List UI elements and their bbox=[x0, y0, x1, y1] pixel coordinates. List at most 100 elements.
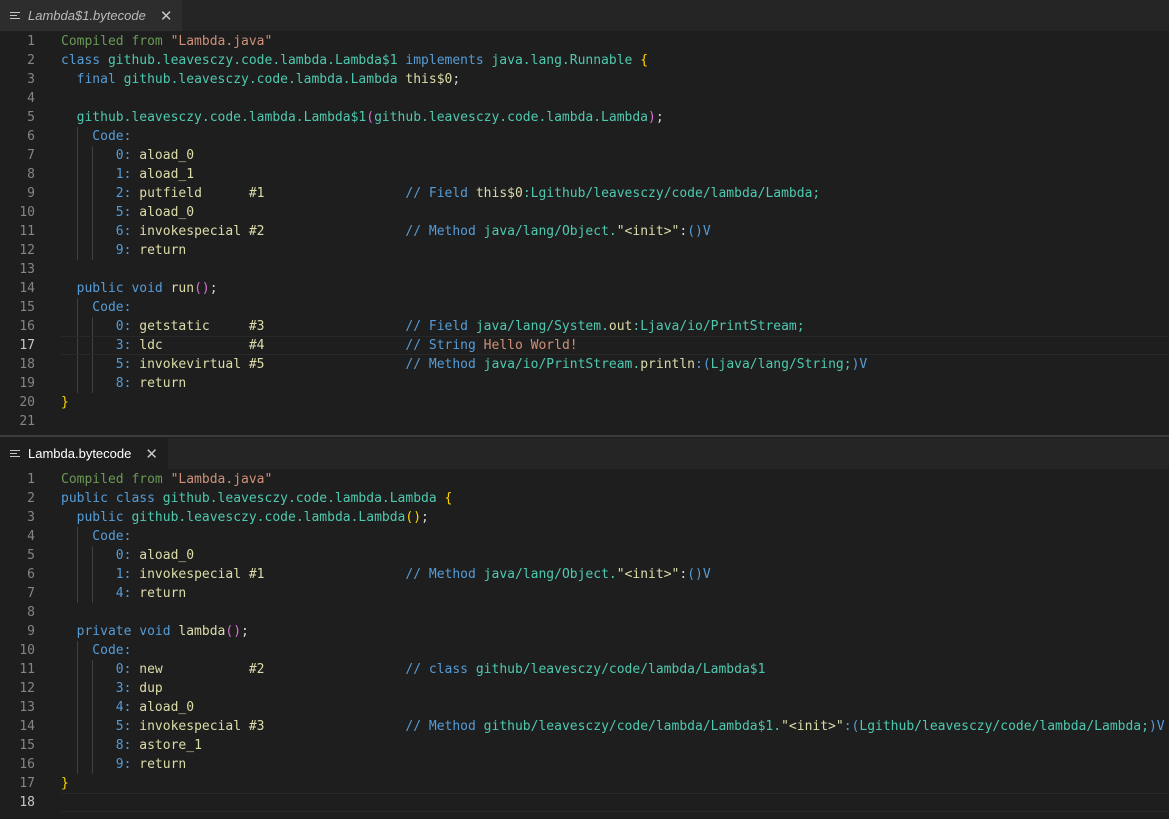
code-token: this$0 bbox=[397, 72, 453, 87]
line-number: 20 bbox=[19, 395, 35, 410]
code-token: github.leavesczy.code.lambda.Lambda bbox=[123, 72, 398, 87]
code-text: 4: return bbox=[61, 584, 186, 603]
code-line[interactable]: 6 1: invokespecial #1 // Method java/lan… bbox=[0, 565, 1169, 584]
code-token: aload_0 bbox=[139, 148, 195, 163]
code-line[interactable]: 20} bbox=[0, 393, 1169, 412]
code-text: Code: bbox=[61, 527, 131, 546]
code-text: 9: return bbox=[61, 755, 186, 774]
code-token: Ljava/lang/String; bbox=[710, 357, 852, 372]
code-token: aload_0 bbox=[139, 700, 195, 715]
code-line[interactable]: 14 5: invokespecial #3 // Method github/… bbox=[0, 717, 1169, 736]
code-line[interactable]: 4 Code: bbox=[0, 527, 1169, 546]
code-token: 4: bbox=[61, 700, 140, 715]
code-line[interactable]: 15 Code: bbox=[0, 298, 1169, 317]
code-token: Code: bbox=[61, 529, 132, 544]
code-token: { bbox=[632, 53, 649, 68]
code-text: } bbox=[61, 393, 69, 412]
code-line[interactable]: 7 4: return bbox=[0, 584, 1169, 603]
tab-lambda-bytecode[interactable]: Lambda.bytecode ✕ bbox=[0, 438, 168, 469]
line-number: 5 bbox=[27, 548, 35, 563]
code-token: // Method bbox=[405, 719, 484, 734]
code-line[interactable]: 10 5: aload_0 bbox=[0, 203, 1169, 222]
code-token: 3: bbox=[61, 681, 140, 696]
code-token: implements bbox=[397, 53, 492, 68]
code-line[interactable]: 17} bbox=[0, 774, 1169, 793]
code-line[interactable]: 9 private void lambda(); bbox=[0, 622, 1169, 641]
code-line[interactable]: 3 final github.leavesczy.code.lambda.Lam… bbox=[0, 70, 1169, 89]
line-number: 10 bbox=[19, 643, 35, 658]
code-text: 5: invokevirtual #5 // Method java/io/Pr… bbox=[61, 355, 867, 374]
line-number: 7 bbox=[27, 586, 35, 601]
code-line[interactable]: 8 1: aload_1 bbox=[0, 165, 1169, 184]
file-lines-icon bbox=[10, 11, 22, 21]
code-token: class bbox=[61, 53, 108, 68]
code-token: public bbox=[61, 510, 132, 525]
code-token: : bbox=[679, 224, 688, 239]
code-token: ; bbox=[421, 510, 429, 525]
code-token: dup bbox=[139, 681, 163, 696]
code-text: Compiled from "Lambda.java" bbox=[61, 470, 272, 489]
code-text: 5: aload_0 bbox=[61, 203, 194, 222]
code-token: ) bbox=[648, 110, 656, 125]
code-token: :( bbox=[843, 719, 860, 734]
code-editor[interactable]: 1 Compiled from "Lambda.java" 2 public clas… bbox=[0, 469, 1169, 812]
code-line[interactable]: 3 public github.leavesczy.code.lambda.La… bbox=[0, 508, 1169, 527]
close-icon[interactable]: ✕ bbox=[160, 7, 173, 25]
code-line[interactable]: 13 bbox=[0, 260, 1169, 279]
code-line[interactable]: 6 Code: bbox=[0, 127, 1169, 146]
code-line[interactable]: 1 Compiled from "Lambda.java" bbox=[0, 32, 1169, 51]
code-line[interactable]: 14 public void run(); bbox=[0, 279, 1169, 298]
code-line[interactable]: 11 0: new #2 // class github/leavesczy/c… bbox=[0, 660, 1169, 679]
editor-group-top: Lambda$1.bytecode ✕ 1 Compiled from "Lamb… bbox=[0, 0, 1169, 436]
code-token: Code: bbox=[61, 300, 132, 315]
code-line[interactable]: 5 github.leavesczy.code.lambda.Lambda$1(… bbox=[0, 108, 1169, 127]
code-line[interactable]: 1 Compiled from "Lambda.java" bbox=[0, 470, 1169, 489]
code-line[interactable]: 7 0: aload_0 bbox=[0, 146, 1169, 165]
line-number: 12 bbox=[19, 681, 35, 696]
code-line[interactable]: 18 bbox=[0, 793, 1169, 812]
line-number: 18 bbox=[19, 357, 35, 372]
code-line[interactable]: 19 8: return bbox=[0, 374, 1169, 393]
code-token: ; bbox=[241, 624, 249, 639]
code-token: github/leavesczy/code/lambda/Lambda$1 bbox=[475, 662, 766, 677]
code-token: ; bbox=[655, 110, 664, 125]
line-number: 18 bbox=[19, 795, 35, 810]
code-line[interactable]: 9 2: putfield #1 // Field this$0:Lgithub… bbox=[0, 184, 1169, 203]
code-line[interactable]: 15 8: astore_1 bbox=[0, 736, 1169, 755]
code-line[interactable]: 2 public class github.leavesczy.code.lamb… bbox=[0, 489, 1169, 508]
code-text: Compiled from "Lambda.java" bbox=[61, 32, 272, 51]
code-line[interactable]: 16 9: return bbox=[0, 755, 1169, 774]
code-text: 2: putfield #1 // Field this$0:Lgithub/l… bbox=[61, 184, 820, 203]
code-token: private void bbox=[61, 624, 179, 639]
code-token: "Lambda.java" bbox=[170, 472, 273, 487]
code-editor[interactable]: 1 Compiled from "Lambda.java" 2 class githu… bbox=[0, 31, 1169, 431]
code-token: Compiled from bbox=[61, 34, 171, 49]
code-line[interactable]: 21 bbox=[0, 412, 1169, 431]
code-token: 5: bbox=[61, 357, 140, 372]
code-text: public void run(); bbox=[61, 279, 218, 298]
code-line[interactable]: 5 0: aload_0 bbox=[0, 546, 1169, 565]
code-token: )V bbox=[851, 357, 868, 372]
line-number: 8 bbox=[27, 605, 35, 620]
code-line[interactable]: 18 5: invokevirtual #5 // Method java/io… bbox=[0, 355, 1169, 374]
code-line[interactable]: 12 3: dup bbox=[0, 679, 1169, 698]
code-line[interactable]: 13 4: aload_0 bbox=[0, 698, 1169, 717]
code-line[interactable]: 17 3: ldc #4 // String Hello World! bbox=[0, 336, 1169, 355]
code-line[interactable]: 12 9: return bbox=[0, 241, 1169, 260]
code-line[interactable]: 10 Code: bbox=[0, 641, 1169, 660]
tab-lambda1-bytecode[interactable]: Lambda$1.bytecode ✕ bbox=[0, 0, 183, 31]
code-line[interactable]: 4 bbox=[0, 89, 1169, 108]
close-icon[interactable]: ✕ bbox=[145, 445, 158, 463]
code-token: public class bbox=[61, 491, 163, 506]
code-token: V bbox=[702, 567, 711, 582]
editor-split-divider[interactable] bbox=[0, 435, 1169, 437]
code-token: } bbox=[61, 395, 69, 410]
code-line[interactable]: 11 6: invokespecial #2 // Method java/la… bbox=[0, 222, 1169, 241]
code-token: java.lang.Runnable bbox=[491, 53, 633, 68]
code-line[interactable]: 8 bbox=[0, 603, 1169, 622]
code-line[interactable]: 2 class github.leavesczy.code.lambda.Lamb… bbox=[0, 51, 1169, 70]
code-line[interactable]: 16 0: getstatic #3 // Field java/lang/Sy… bbox=[0, 317, 1169, 336]
line-number: 15 bbox=[19, 300, 35, 315]
code-token: "<init>" bbox=[781, 719, 844, 734]
code-text: 8: astore_1 bbox=[61, 736, 202, 755]
